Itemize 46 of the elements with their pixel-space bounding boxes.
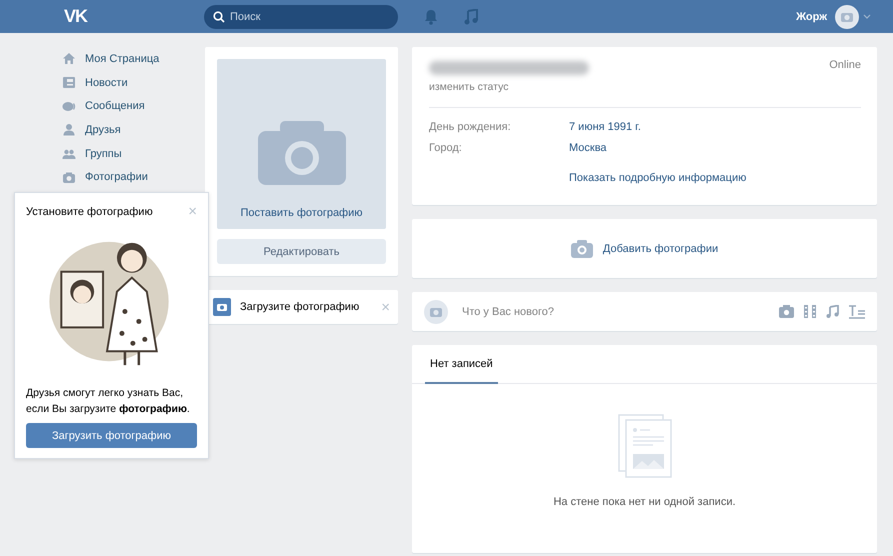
avatar-icon [424,300,448,324]
newspaper-icon [62,76,76,90]
sidebar-item[interactable]: Моя Страница [62,47,205,71]
edit-button[interactable]: Редактировать [217,239,386,264]
camera-icon [213,298,231,316]
camera-icon [62,170,76,184]
photo-placeholder[interactable]: Поставить фотографию [217,59,386,229]
field-label: День рождения: [429,121,512,135]
upload-hint-text[interactable]: Загрузите фотографию [240,301,372,313]
camera-icon [258,121,346,185]
change-status-link[interactable]: изменить статус [429,81,589,93]
online-status: Online [829,59,861,71]
sidebar-item[interactable]: Группы [62,142,205,166]
sidebar-item[interactable]: Новости [62,70,205,94]
camera-icon[interactable] [779,305,794,318]
sidebar-item[interactable]: Сообщения [62,94,205,118]
empty-wall-text: На стене пока нет ни одной записи. [553,496,736,508]
chevron-down-icon[interactable] [863,14,871,20]
wall-tab[interactable]: Нет записей [425,345,498,384]
field-value: 7 июня 1991 г. [569,121,641,135]
popup-text: Друзья смогут легко узнать Вас, если Вы загрузите фотографию. [26,386,191,418]
text-format-icon[interactable] [849,304,865,318]
music-note-icon[interactable] [464,8,478,24]
bell-icon[interactable] [424,8,438,24]
field-label: Город: [429,142,463,156]
people-icon [62,147,76,160]
camera-icon [570,240,593,258]
sidebar-item[interactable]: Фотографии [62,165,205,190]
upload-photo-button[interactable]: Загрузить фотографию [26,423,197,448]
sidebar-item[interactable]: Друзья [62,118,205,142]
user-name[interactable]: Жорж [796,10,827,22]
film-icon[interactable] [804,305,816,318]
set-photo-link[interactable]: Поставить фотографию [240,207,363,219]
logo[interactable]: VK [64,6,204,27]
search-icon [213,10,225,22]
speech-bubble-icon [62,100,76,113]
music-note-icon[interactable] [826,305,839,318]
add-photos-link[interactable]: Добавить фотографии [602,242,718,254]
show-details-link[interactable]: Показать подробную информацию [569,172,746,193]
avatar-icon[interactable] [835,4,859,28]
popup-title: Установите фотографию [26,206,153,218]
search-field[interactable]: Поиск [204,4,398,28]
home-icon [62,52,76,66]
field-value: Москва [569,142,607,156]
document-icon [618,414,672,478]
person-icon [62,123,76,136]
